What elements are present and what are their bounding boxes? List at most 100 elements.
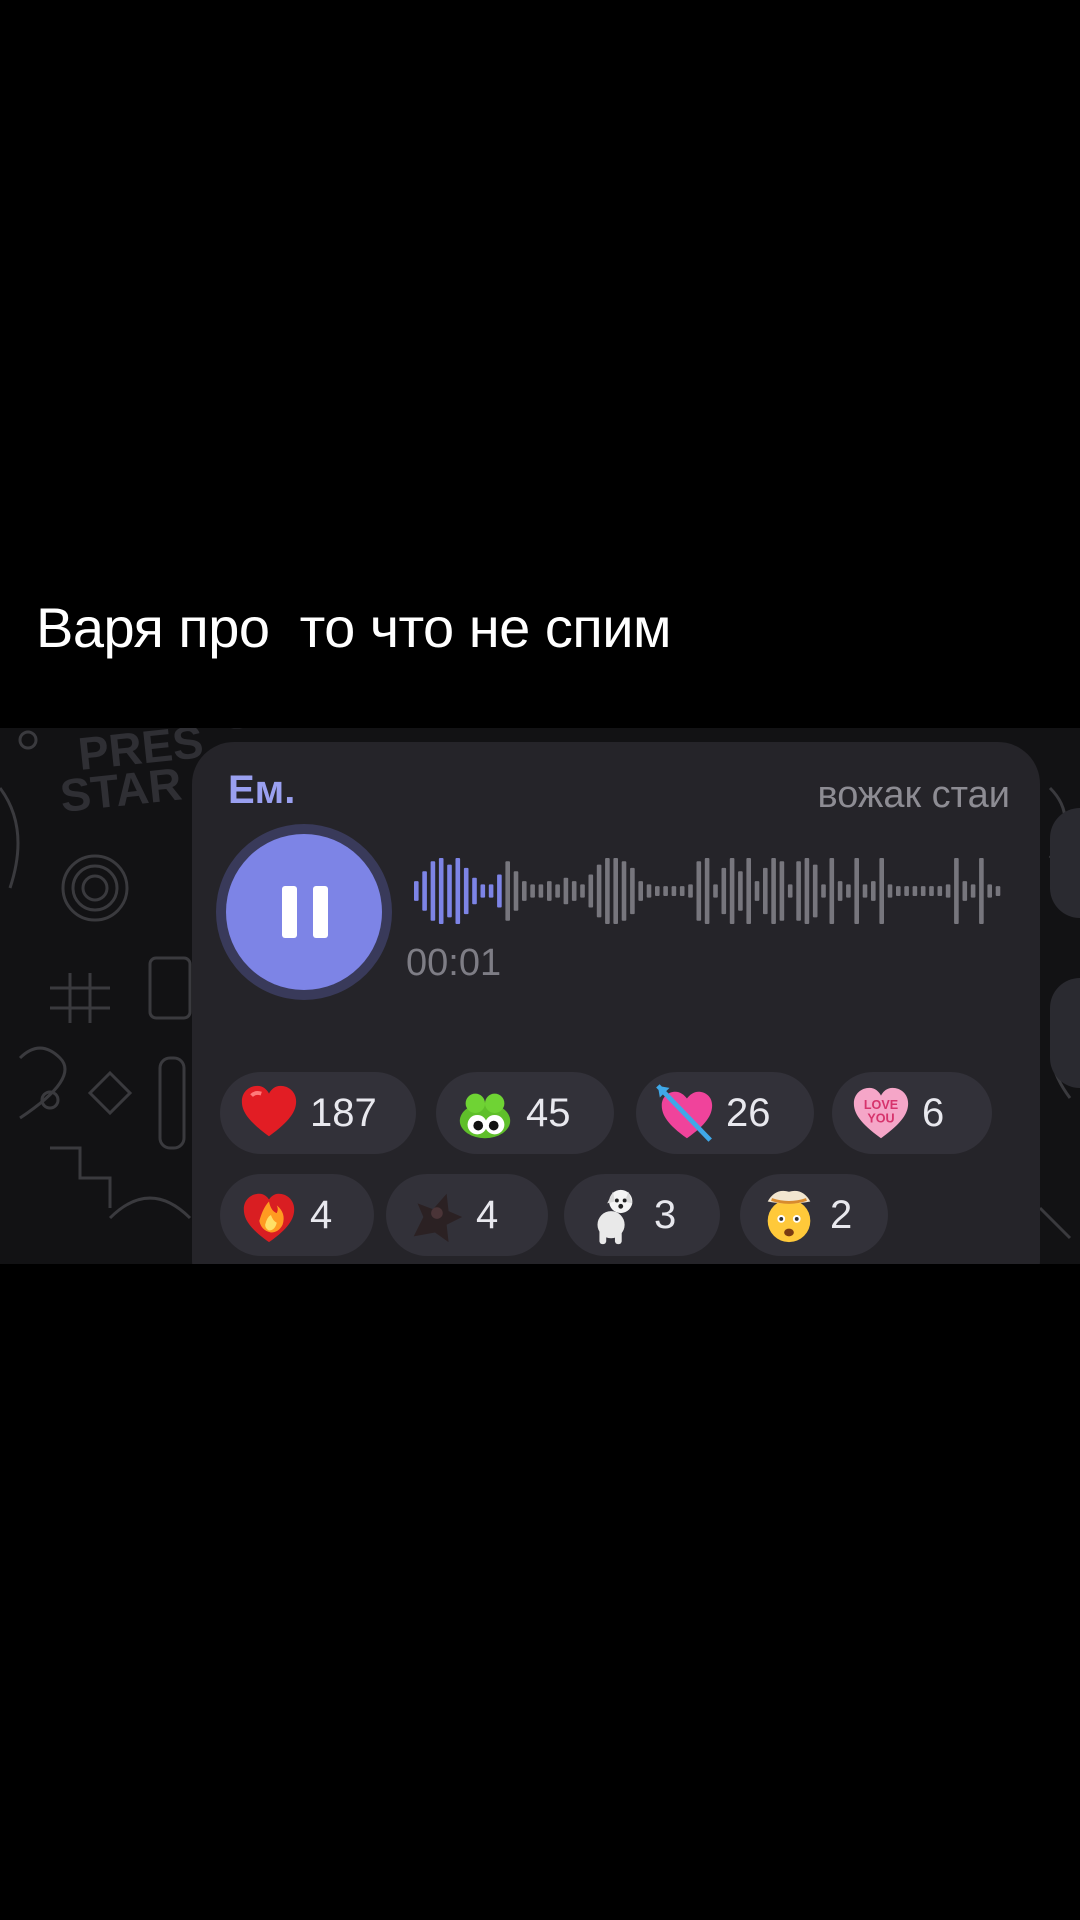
green-frog-icon (454, 1082, 516, 1144)
sender-name[interactable]: Ем. (228, 768, 295, 813)
voice-message-bubble: Ем. вожак стаи 00:01 187 45 26 LOVE YOU … (192, 742, 1040, 1264)
waveform-bar (771, 858, 776, 924)
reaction-chip-heart-on-fire[interactable]: 4 (220, 1174, 374, 1256)
waveform-bar (422, 871, 427, 911)
waveform-bar (987, 884, 992, 898)
white-dog-icon (582, 1184, 644, 1246)
reaction-chip-heart[interactable]: 187 (220, 1072, 416, 1154)
waveform-bar (655, 886, 660, 896)
waveform-bar (480, 884, 486, 898)
waveform-bar (430, 861, 436, 921)
waveform-bar (970, 884, 976, 898)
svg-text:STAR: STAR (58, 757, 185, 821)
pause-button[interactable] (226, 834, 382, 990)
waveform-bar (763, 867, 768, 915)
heart-on-fire-icon (238, 1184, 300, 1246)
waveform-bar (979, 858, 984, 924)
waveform-bar (613, 858, 618, 924)
waveform-bar (754, 881, 760, 901)
waveform-bar (821, 884, 826, 898)
waveform-bar (829, 858, 835, 924)
waveform-bar (854, 858, 859, 924)
waveform-bar (605, 858, 610, 924)
waveform-bar (563, 877, 569, 905)
waveform-bar (630, 867, 635, 915)
svg-text:LOVE: LOVE (864, 1098, 898, 1112)
waveform-bar (513, 871, 519, 911)
waveform-bar (555, 884, 560, 898)
waveform-bar (679, 886, 685, 896)
reaction-chip-exploding-head[interactable]: 2 (740, 1174, 888, 1256)
waveform-bar (688, 884, 693, 898)
waveform-bar (920, 886, 926, 896)
waveform-bar (937, 886, 943, 896)
waveform-bar (663, 886, 668, 896)
reaction-count: 4 (310, 1192, 333, 1237)
exploding-head-icon (758, 1184, 820, 1246)
reaction-chip-dog[interactable]: 3 (564, 1174, 720, 1256)
waveform-bar (837, 881, 843, 901)
forwarded-from-label[interactable]: вожак стаи (817, 774, 1010, 817)
waveform-bar (871, 881, 876, 901)
waveform-bar (571, 881, 577, 901)
waveform-bar (497, 874, 502, 908)
waveform-bar (463, 867, 469, 915)
waveform-bar (929, 886, 934, 896)
voice-waveform[interactable] (414, 858, 1004, 924)
waveform-bar (447, 864, 452, 918)
waveform-bar (945, 884, 951, 898)
waveform-bar (414, 881, 419, 901)
waveform-bar (580, 884, 585, 898)
waveform-bar (954, 858, 959, 924)
waveform-bar (896, 886, 901, 896)
waveform-bar (596, 864, 602, 918)
waveform-bar (472, 877, 477, 905)
reaction-chip-frog[interactable]: 45 (436, 1072, 614, 1154)
svg-text:YOU: YOU (867, 1112, 894, 1126)
waveform-bar (547, 881, 552, 901)
waveform-bar (812, 864, 818, 918)
reaction-count: 4 (476, 1192, 499, 1237)
reaction-chip-heart-arrow[interactable]: 26 (636, 1072, 814, 1154)
side-button-top[interactable] (1050, 808, 1080, 918)
reaction-count: 6 (922, 1090, 945, 1135)
video-caption: Варя про то что не спим (36, 596, 671, 659)
heart-with-arrow-icon (654, 1082, 716, 1144)
waveform-bar (746, 858, 751, 924)
video-frame: PRES STAR Ем. вожак стаи 00:01 187 45 26… (0, 728, 1080, 1264)
waveform-bar (538, 884, 544, 898)
waveform-bar (779, 861, 785, 921)
reaction-count: 187 (310, 1090, 377, 1135)
waveform-bar (804, 858, 810, 924)
waveform-bar (438, 858, 444, 924)
waveform-bar (638, 881, 643, 901)
waveform-bar (646, 884, 652, 898)
reaction-count: 45 (526, 1090, 571, 1135)
waveform-bar (796, 861, 801, 921)
reaction-count: 2 (830, 1192, 853, 1237)
waveform-bar (912, 886, 918, 896)
reaction-chip-dark-sticker[interactable]: 4 (386, 1174, 548, 1256)
waveform-bar (713, 884, 718, 898)
waveform-bar (704, 858, 710, 924)
reaction-count: 26 (726, 1090, 771, 1135)
waveform-bar (738, 871, 743, 911)
red-heart-icon (238, 1082, 300, 1144)
pause-icon (282, 886, 328, 938)
voice-duration: 00:01 (406, 942, 502, 984)
dark-sticker-icon (404, 1184, 466, 1246)
love-you-heart-icon: LOVE YOU (850, 1082, 912, 1144)
waveform-bar (904, 886, 909, 896)
waveform-bar (671, 886, 677, 896)
waveform-bar (696, 861, 702, 921)
reaction-count: 3 (654, 1192, 677, 1237)
waveform-bar (846, 884, 851, 898)
waveform-bar (530, 884, 535, 898)
waveform-bar (588, 874, 594, 908)
reaction-chip-love-you[interactable]: LOVE YOU 6 (832, 1072, 992, 1154)
waveform-bar (729, 858, 735, 924)
waveform-bar (522, 881, 527, 901)
side-button-bottom[interactable] (1050, 978, 1080, 1088)
waveform-bar (455, 858, 461, 924)
waveform-bar (962, 881, 968, 901)
